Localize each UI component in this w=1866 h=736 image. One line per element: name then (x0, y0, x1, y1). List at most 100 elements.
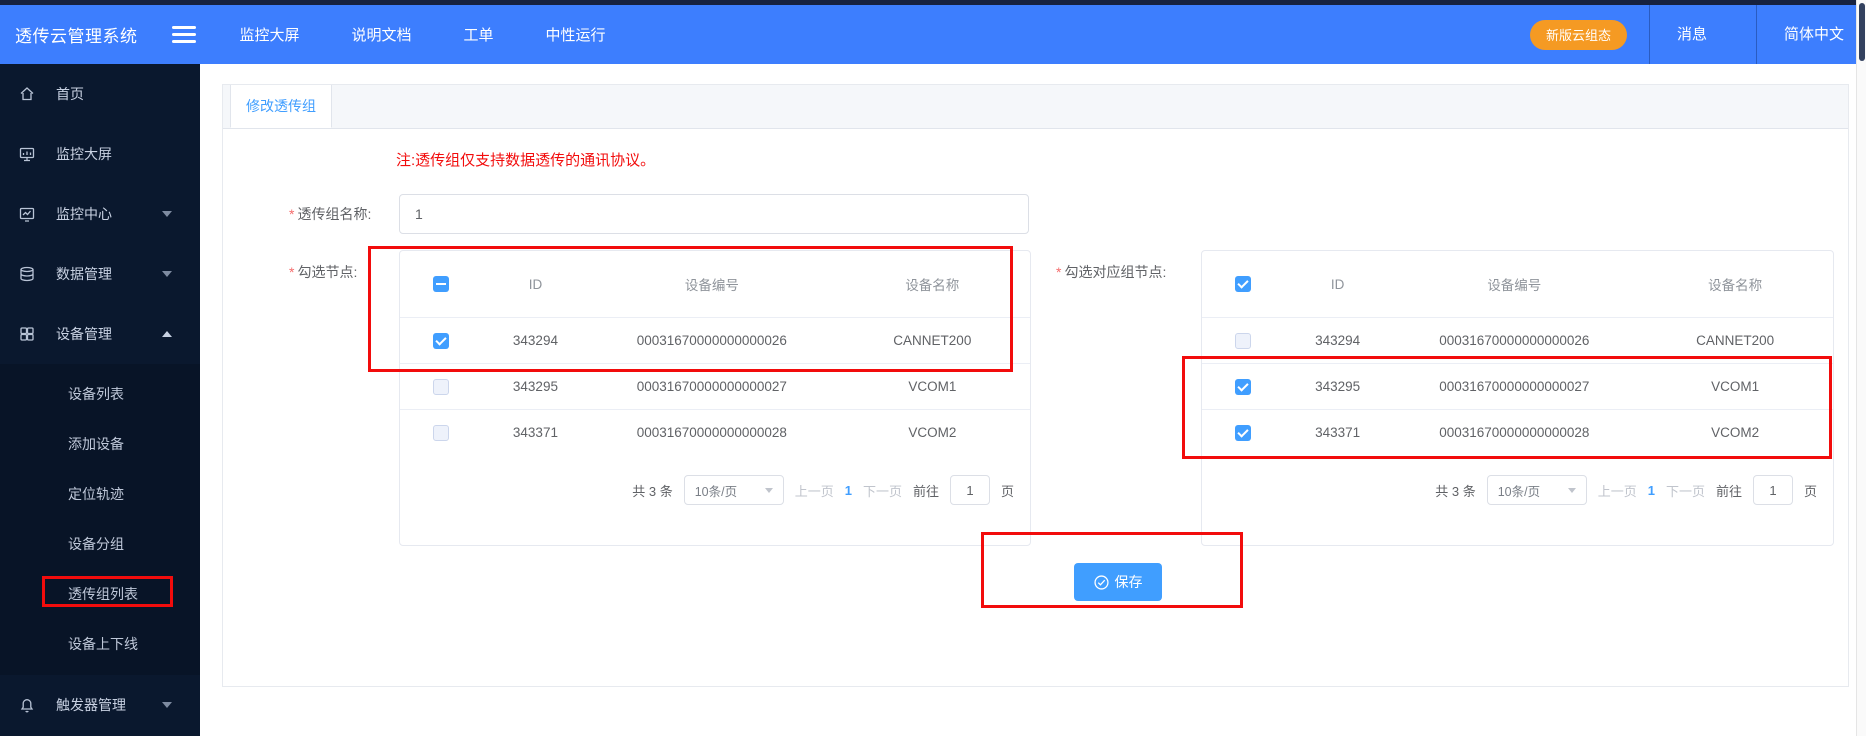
goto-page-input[interactable] (1752, 475, 1793, 505)
tab-bar: 修改透传组 (223, 85, 1848, 129)
database-icon (18, 265, 36, 283)
cell-id: 343294 (512, 333, 558, 348)
content-card: 修改透传组 注:透传组仅支持数据透传的通讯协议。 *透传组名称: *勾选节点: … (222, 84, 1849, 687)
select-all-checkbox[interactable] (432, 276, 449, 292)
next-page-button[interactable]: 下一页 (863, 481, 902, 500)
page-unit-label: 页 (1803, 483, 1817, 499)
goto-page-input[interactable] (949, 475, 990, 505)
cell-id: 343295 (1315, 379, 1361, 394)
cell-device-name: VCOM1 (1711, 379, 1760, 394)
column-header-id: ID (1330, 276, 1345, 292)
tab-edit-passthrough-group[interactable]: 修改透传组 (230, 85, 332, 128)
row-checkbox[interactable] (1235, 424, 1251, 441)
home-icon (18, 85, 36, 103)
pagination: 共 3 条 10条/页 上一页 1 下一页 前往 页 (632, 475, 1014, 505)
messages-link[interactable]: 消息 (1650, 5, 1734, 64)
sidebar-item-device-online-offline[interactable]: 设备上下线 (0, 619, 200, 669)
chevron-down-icon (1567, 487, 1576, 493)
protocol-note: 注:透传组仅支持数据透传的通讯协议。 (396, 152, 656, 169)
sidebar-item-label: 设备管理 (56, 326, 112, 342)
next-page-button[interactable]: 下一页 (1666, 481, 1705, 500)
table-row: 343371 00031670000000000028 VCOM2 (1202, 409, 1833, 455)
sidebar-item-device-management[interactable]: 设备管理 (0, 304, 200, 364)
monitor-icon (18, 145, 36, 163)
chevron-down-icon (162, 271, 172, 277)
sidebar-item-home[interactable]: 首页 (0, 64, 200, 124)
page-size-select[interactable]: 10条/页 (1486, 475, 1587, 505)
table-row: 343295 00031670000000000027 VCOM1 (1202, 363, 1833, 409)
select-nodes-label: * 勾选节点: (289, 264, 358, 280)
page-size-select[interactable]: 10条/页 (683, 475, 784, 505)
hamburger-menu-icon[interactable] (171, 26, 196, 43)
sidebar-item-device-group[interactable]: 设备分组 (0, 519, 200, 569)
nav-item-work-order[interactable]: 工单 (464, 24, 494, 45)
language-selector[interactable]: 简体中文 (1757, 5, 1866, 64)
cell-device-code: 00031670000000000027 (636, 379, 787, 394)
table-row: 343295 00031670000000000027 VCOM1 (400, 363, 1030, 409)
sidebar: 首页 监控大屏 监控中心 数据管理 设备管理 设备列表 添加设备 定位轨迹 设备… (0, 64, 200, 736)
nav-item-neutral-run[interactable]: 中性运行 (546, 24, 606, 45)
device-management-submenu: 设备列表 添加设备 定位轨迹 设备分组 透传组列表 设备上下线 (0, 364, 200, 675)
table-row: 343371 00031670000000000028 VCOM2 (400, 409, 1030, 455)
sidebar-item-label: 数据管理 (56, 266, 112, 282)
cell-device-code: 00031670000000000026 (636, 333, 787, 348)
cell-device-name: VCOM2 (1711, 425, 1760, 440)
required-mark: * (1056, 264, 1062, 280)
group-name-label: * 透传组名称: (289, 206, 372, 222)
chevron-up-icon (162, 331, 172, 337)
row-checkbox[interactable] (432, 332, 449, 349)
screen: 透传云管理系统 监控大屏 说明文档 工单 中性运行 新版云组态 消息 简体中文 … (0, 0, 1866, 736)
row-checkbox[interactable] (1235, 332, 1251, 349)
select-group-nodes-label: * 勾选对应组节点: (1056, 264, 1167, 280)
goto-label: 前往 (912, 483, 939, 499)
cell-id: 343371 (1315, 425, 1361, 440)
sidebar-item-add-device[interactable]: 添加设备 (0, 419, 200, 469)
cell-id: 343295 (512, 379, 558, 394)
app-header: 透传云管理系统 监控大屏 说明文档 工单 中性运行 新版云组态 消息 简体中文 (0, 5, 1866, 64)
monitor-chart-icon (18, 205, 36, 223)
column-header-id: ID (528, 276, 543, 292)
grid-icon (18, 325, 36, 343)
chevron-down-icon (764, 487, 773, 493)
sidebar-item-label: 触发器管理 (56, 697, 126, 713)
row-checkbox[interactable] (1235, 378, 1251, 395)
current-page-number[interactable]: 1 (1648, 483, 1655, 498)
sidebar-item-data-management[interactable]: 数据管理 (0, 244, 200, 304)
cell-id: 343294 (1315, 333, 1361, 348)
left-table-panel: ID 设备编号 设备名称 343294 00031670000000000026… (399, 250, 1031, 546)
sidebar-item-trigger-management[interactable]: 触发器管理 (0, 675, 200, 735)
main-nav: 监控大屏 说明文档 工单 中性运行 (240, 24, 606, 45)
group-name-input[interactable] (399, 194, 1029, 234)
current-page-number[interactable]: 1 (845, 483, 852, 498)
table-row: 343294 00031670000000000026 CANNET200 (1202, 317, 1833, 363)
prev-page-button[interactable]: 上一页 (795, 481, 834, 500)
save-button[interactable]: 保存 (1074, 563, 1162, 601)
chevron-down-icon (162, 211, 172, 217)
cell-id: 343371 (512, 425, 558, 440)
total-count: 共 3 条 (1435, 483, 1476, 499)
nav-item-monitor-screen[interactable]: 监控大屏 (240, 24, 300, 45)
page-unit-label: 页 (1000, 483, 1014, 499)
row-checkbox[interactable] (432, 378, 449, 395)
new-cloud-scada-button[interactable]: 新版云组态 (1529, 19, 1627, 50)
cell-device-code: 00031670000000000026 (1439, 333, 1590, 348)
nav-item-docs[interactable]: 说明文档 (352, 24, 412, 45)
pagination: 共 3 条 10条/页 上一页 1 下一页 前往 页 (1435, 475, 1817, 505)
sidebar-item-device-list[interactable]: 设备列表 (0, 369, 200, 419)
required-mark: * (289, 206, 295, 222)
page-scrollbar[interactable] (1856, 0, 1866, 736)
prev-page-button[interactable]: 上一页 (1598, 481, 1637, 500)
sidebar-item-monitor-screen[interactable]: 监控大屏 (0, 124, 200, 184)
scrollbar-thumb[interactable] (1859, 3, 1865, 61)
sidebar-item-passthrough-group-list[interactable]: 透传组列表 (0, 569, 200, 619)
column-header-device-code: 设备编号 (1487, 278, 1542, 293)
column-header-device-name: 设备名称 (1708, 278, 1763, 293)
sidebar-item-location-track[interactable]: 定位轨迹 (0, 469, 200, 519)
table-row: 343294 00031670000000000026 CANNET200 (400, 317, 1030, 363)
column-header-device-code: 设备编号 (684, 278, 739, 293)
cell-device-code: 00031670000000000027 (1439, 379, 1590, 394)
cell-device-name: VCOM2 (908, 425, 957, 440)
row-checkbox[interactable] (432, 424, 449, 441)
sidebar-item-monitor-center[interactable]: 监控中心 (0, 184, 200, 244)
select-all-checkbox[interactable] (1235, 276, 1251, 292)
